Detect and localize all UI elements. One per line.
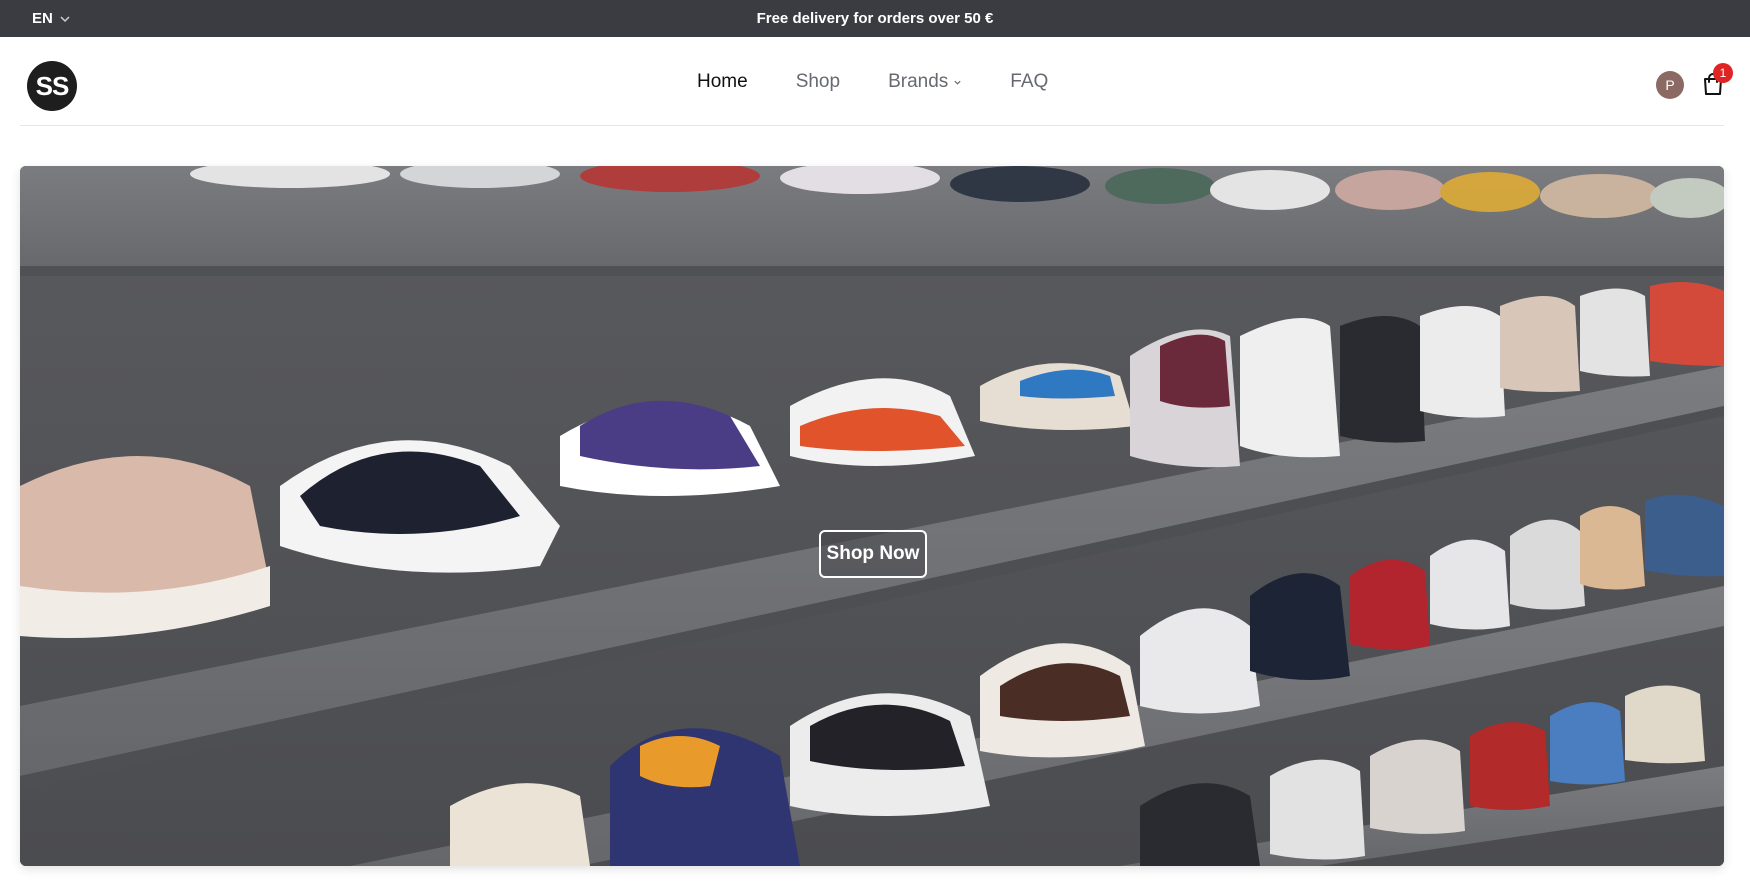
nav-brands[interactable]: Brands <box>888 71 962 93</box>
nav-faq-label: FAQ <box>1010 70 1049 92</box>
nav-shop[interactable]: Shop <box>796 71 840 93</box>
cart-count-badge: 1 <box>1713 63 1733 83</box>
nav-shop-label: Shop <box>795 70 841 92</box>
nav-faq[interactable]: FAQ <box>1010 71 1048 93</box>
announcement-bar: EN Free delivery for orders over 50 € <box>0 0 1750 37</box>
shop-now-button[interactable]: Shop Now <box>819 530 927 578</box>
chevron-down-icon <box>954 80 961 85</box>
account-avatar[interactable]: P <box>1656 71 1684 99</box>
nav-home-label: Home <box>697 70 748 92</box>
announcement-text: Free delivery for orders over 50 € <box>756 10 994 27</box>
main-nav: Home Shop Brands FAQ <box>697 37 1048 126</box>
nav-brands-label: Brands <box>888 70 949 92</box>
site-header: SS Home Shop Brands FAQ P 1 <box>20 37 1733 126</box>
site-logo[interactable]: SS <box>27 61 77 111</box>
hero-image <box>20 166 1724 866</box>
hero-banner: Shop Now <box>20 166 1724 866</box>
nav-home[interactable]: Home <box>697 71 748 93</box>
